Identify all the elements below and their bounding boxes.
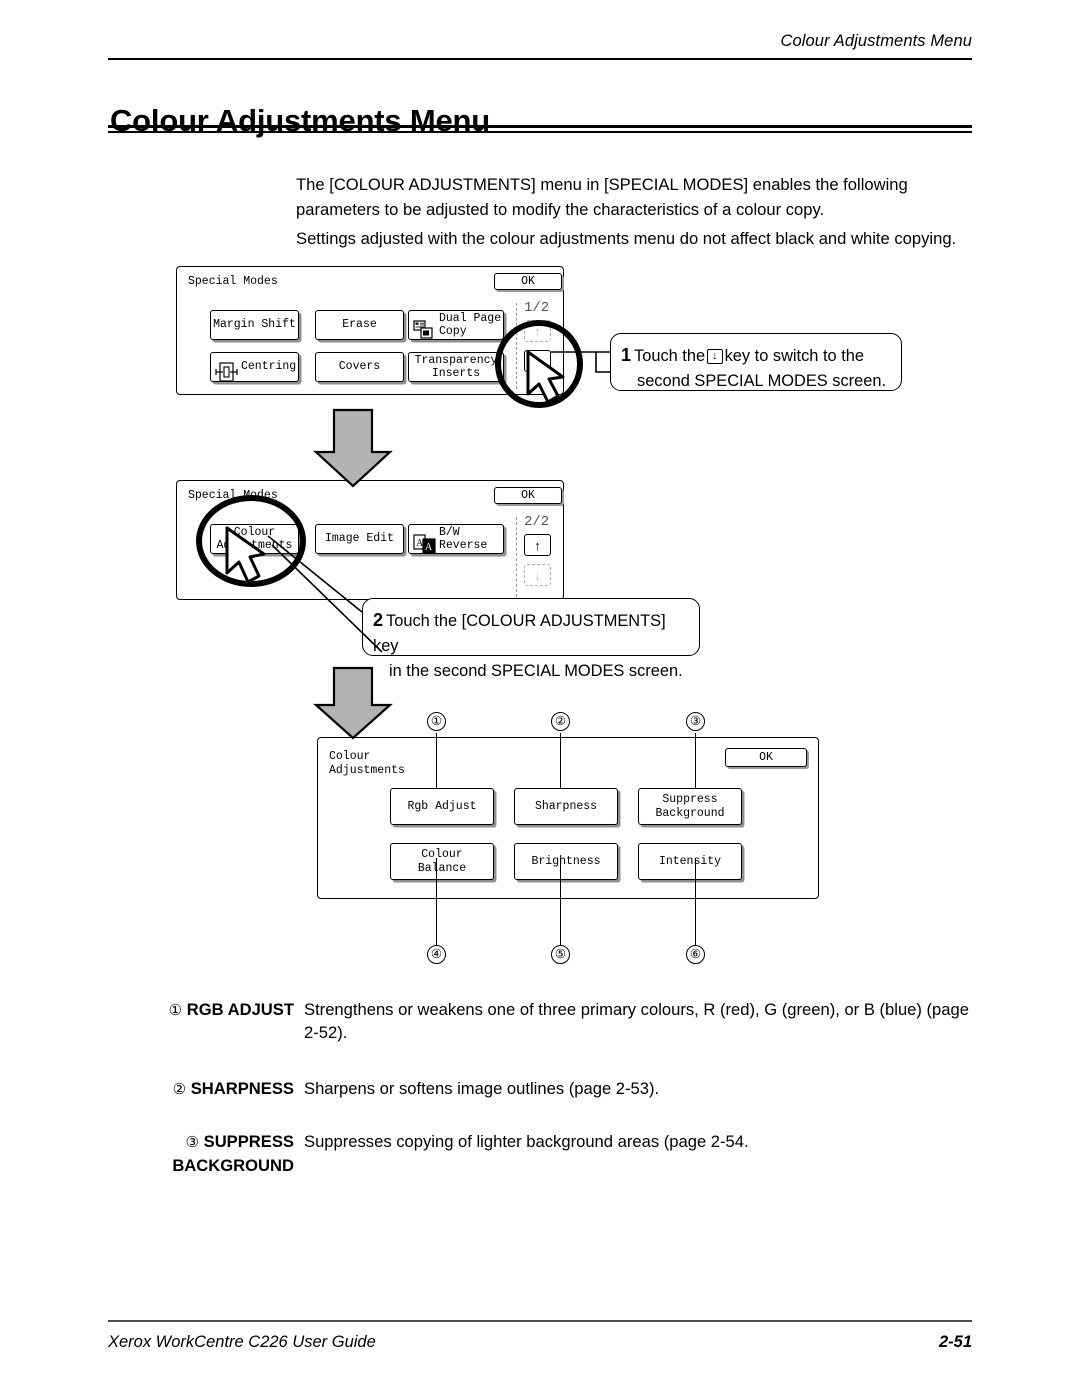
description-term-label: SHARPNESS	[190, 1079, 294, 1098]
description-marker: ③	[185, 1134, 199, 1151]
key-colour-balance[interactable]: Colour Balance	[390, 843, 494, 880]
panel2-scroll-up-key[interactable]: ↑	[524, 534, 551, 556]
panel2-divider	[516, 517, 517, 597]
key-covers[interactable]: Covers	[315, 352, 404, 382]
key-brightness[interactable]: Brightness	[514, 843, 618, 880]
highlight-circle-panel1-down-key	[495, 320, 583, 408]
transition-arrow-1	[313, 408, 393, 488]
svg-text:A: A	[425, 542, 433, 553]
panel2-page-count: 2/2	[524, 514, 550, 530]
footer-page-number: 2-51	[938, 1333, 972, 1351]
intro-paragraph-2: Settings adjusted with the colour adjust…	[296, 228, 957, 248]
leader-2	[560, 733, 561, 788]
description-term: ① RGB ADJUST	[136, 998, 294, 1022]
centring-icon	[215, 347, 239, 387]
key-transparency-inserts[interactable]: Transparency Inserts	[408, 352, 504, 382]
description-term: ③ SUPPRESS BACKGROUND	[136, 1130, 294, 1177]
description-marker: ①	[168, 1002, 183, 1019]
marker-4: ④	[427, 945, 446, 964]
leader-3	[695, 733, 696, 788]
description-term-label: SUPPRESS	[203, 1132, 294, 1151]
running-head: Colour Adjustments Menu	[780, 32, 972, 50]
panel1-ok-button[interactable]: OK	[494, 273, 562, 290]
description-list: ① RGB ADJUST Strengthens or weakens one …	[136, 998, 986, 1186]
description-marker: ②	[172, 1081, 187, 1098]
key-sharpness[interactable]: Sharpness	[514, 788, 618, 825]
key-dual-page-copy[interactable]: Dual Page Copy	[408, 310, 504, 340]
key-image-edit[interactable]: Image Edit	[315, 524, 404, 554]
panel2-ok-button[interactable]: OK	[494, 487, 562, 504]
key-bw-reverse[interactable]: A A B/W Reverse	[408, 524, 504, 554]
key-centring[interactable]: Centring	[210, 352, 299, 382]
leader-4	[436, 858, 437, 946]
description-row: ① RGB ADJUST Strengthens or weakens one …	[136, 998, 986, 1044]
description-definition: Sharpens or softens image outlines (page…	[304, 1079, 660, 1098]
callout-2-number: 2	[373, 610, 384, 630]
header-rule	[108, 58, 972, 60]
description-definition: Suppresses copying of lighter background…	[304, 1132, 749, 1151]
bw-reverse-icon: A A	[413, 520, 437, 558]
panel3-title: Colour Adjustments	[329, 750, 405, 777]
footer-rule	[108, 1320, 972, 1322]
page-title: Colour Adjustments Menu	[110, 102, 491, 138]
panel1-title: Special Modes	[188, 275, 278, 288]
key-dual-page-copy-label: Dual Page Copy	[439, 311, 502, 339]
callout-1-line1a: Touch the	[634, 347, 706, 365]
callout-1-line2: second SPECIAL MODES screen.	[637, 372, 886, 390]
colour-adjustments-screen: Colour Adjustments OK Rgb Adjust Sharpne…	[317, 737, 819, 899]
leader-5	[560, 858, 561, 946]
panel2-scroll-down-key[interactable]: ↓	[524, 564, 551, 586]
callout-2-line1a: Touch the [COLOUR ADJUSTMENTS] key	[373, 612, 666, 655]
callout-1-number: 1	[621, 345, 632, 365]
description-term-label-2: BACKGROUND	[172, 1156, 294, 1175]
dual-page-copy-icon	[413, 306, 435, 344]
highlight-circle-colour-adjustments-key	[196, 495, 306, 587]
title-rule-thin	[108, 131, 972, 133]
key-centring-label: Centring	[241, 360, 297, 374]
description-row: ③ SUPPRESS BACKGROUND Suppresses copying…	[136, 1130, 986, 1175]
leader-6	[695, 858, 696, 946]
description-row: ② SHARPNESS Sharpens or softens image ou…	[136, 1077, 986, 1100]
intro-paragraph-1: The [COLOUR ADJUSTMENTS] menu in [SPECIA…	[296, 174, 908, 219]
panel1-page-count: 1/2	[524, 300, 550, 316]
key-bw-reverse-label: B/W Reverse	[439, 525, 488, 553]
panel3-ok-button[interactable]: OK	[725, 748, 807, 767]
callout-2-line2: in the second SPECIAL MODES screen.	[389, 662, 683, 680]
callout-step-2: 2 Touch the [COLOUR ADJUSTMENTS] key in t…	[362, 598, 700, 680]
callout-step-1: 1 Touch the ↓ key to switch to the second S…	[610, 333, 902, 391]
key-rgb-adjust[interactable]: Rgb Adjust	[390, 788, 494, 825]
key-margin-shift[interactable]: Margin Shift	[210, 310, 299, 340]
key-intensity[interactable]: Intensity	[638, 843, 742, 880]
leader-1	[436, 733, 437, 788]
marker-2: ②	[551, 712, 570, 731]
description-definition: Strengthens or weakens one of three prim…	[304, 1000, 969, 1042]
callout-1-key-glyph: ↓	[707, 349, 723, 364]
callout-1-line1b: key to switch to the	[724, 347, 864, 365]
key-suppress-background[interactable]: Suppress Background	[638, 788, 742, 825]
description-term: ② SHARPNESS	[136, 1077, 294, 1101]
title-rule-thick	[108, 125, 972, 128]
key-erase[interactable]: Erase	[315, 310, 404, 340]
marker-1: ①	[427, 712, 446, 731]
marker-3: ③	[686, 712, 705, 731]
marker-5: ⑤	[551, 945, 570, 964]
marker-6: ⑥	[686, 945, 705, 964]
description-term-label: RGB ADJUST	[186, 1000, 294, 1019]
